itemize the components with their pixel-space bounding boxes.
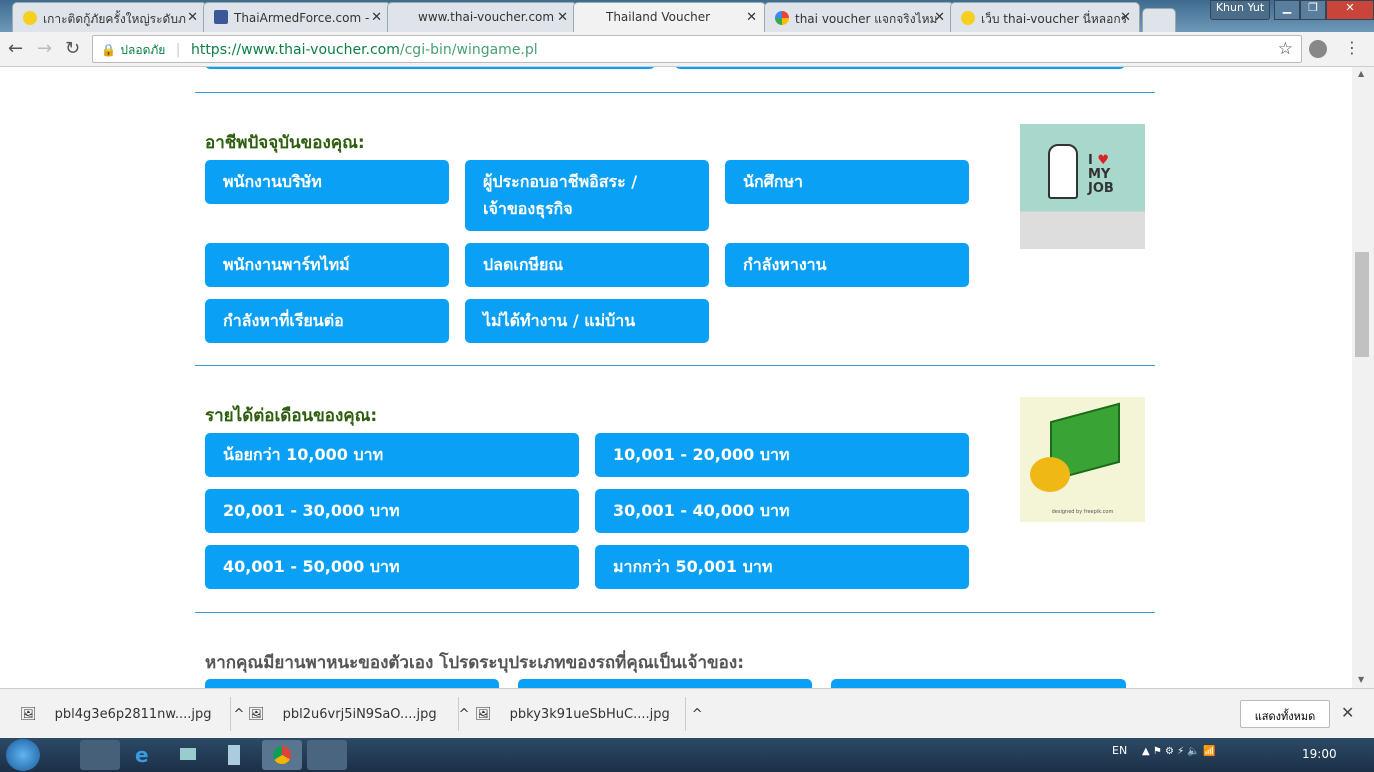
close-icon[interactable]: ✕ — [1341, 703, 1354, 722]
explorer-icon[interactable] — [80, 740, 120, 770]
tab-5[interactable]: เว็บ thai-voucher นี่หลอกร ✕ — [950, 2, 1140, 32]
chevron-up-icon[interactable]: ^ — [234, 707, 245, 722]
occupation-option[interactable]: พนักงานพาร์ทไทม์ — [205, 243, 449, 287]
chevron-up-icon[interactable]: ^ — [459, 707, 470, 722]
vehicle-option[interactable] — [831, 679, 1126, 688]
tab-strip: เกาะติดกู้ภัยครั้งใหญ่ระดับภ ✕ ThaiArmedF… — [0, 0, 1374, 33]
close-icon[interactable]: ✕ — [557, 10, 568, 25]
close-icon[interactable]: ✕ — [1120, 10, 1131, 25]
image-file-icon: 🖼 — [248, 707, 265, 722]
divider — [195, 92, 1155, 93]
smiley-icon — [23, 11, 37, 25]
vehicle-option[interactable] — [518, 679, 812, 688]
occupation-option[interactable]: ปลดเกษียณ — [465, 243, 709, 287]
vehicle-heading: หากคุณมียานพาหนะของตัวเอง โปรดระบุประเภท… — [205, 653, 744, 673]
option-button[interactable] — [205, 67, 655, 69]
download-item[interactable]: 🖼 pbky3k91ueSbHuC....jpg ^ — [475, 707, 703, 722]
reload-icon[interactable]: ↻ — [65, 38, 80, 59]
new-tab-button[interactable] — [1142, 8, 1176, 32]
close-icon[interactable]: ✕ — [187, 10, 198, 25]
tab-title: เว็บ thai-voucher นี่หลอกร — [981, 12, 1128, 26]
secure-label: ปลอดภัย — [120, 43, 166, 57]
tab-title: เกาะติดกู้ภัยครั้งใหญ่ระดับภ — [43, 12, 186, 26]
money-image: designed by freepik.com — [1020, 397, 1145, 522]
vehicle-option[interactable] — [205, 679, 499, 688]
occupation-option[interactable]: กำลังหางาน — [725, 243, 969, 287]
address-bar[interactable]: 🔒 ปลอดภัย | https://www.thai-voucher.com… — [92, 35, 1302, 63]
scroll-down-icon[interactable]: ▼ — [1358, 675, 1364, 684]
smiley-icon — [961, 11, 975, 25]
ie-icon[interactable]: e — [135, 743, 149, 767]
menu-icon[interactable]: ⋮ — [1344, 38, 1360, 57]
calculator-icon[interactable] — [228, 745, 240, 765]
show-all-button[interactable]: แสดงทั้งหมด — [1240, 700, 1330, 728]
download-name: pbky3k91ueSbHuC....jpg — [509, 707, 670, 722]
image-file-icon: 🖼 — [20, 707, 37, 722]
star-icon[interactable]: ☆ — [1278, 39, 1293, 59]
keyboard-icon[interactable] — [180, 748, 196, 760]
image-file-icon: 🖼 — [475, 707, 492, 722]
income-option[interactable]: 40,001 - 50,000 บาท — [205, 545, 579, 589]
clock[interactable]: 19:00 — [1302, 747, 1337, 761]
forward-icon[interactable]: → — [37, 38, 52, 59]
extension-icon[interactable] — [1309, 40, 1327, 58]
occupation-heading: อาชีพปัจจุบันของคุณ: — [205, 133, 365, 153]
occupation-option[interactable]: พนักงานบริษัท — [205, 160, 449, 204]
occupation-option[interactable]: ไม่ได้ทำงาน / แม่บ้าน — [465, 299, 709, 343]
tab-2[interactable]: www.thai-voucher.com ✕ — [387, 2, 577, 32]
income-option[interactable]: 30,001 - 40,000 บาท — [595, 489, 969, 533]
tab-0[interactable]: เกาะติดกู้ภัยครั้งใหญ่ระดับภ ✕ — [12, 2, 207, 32]
download-name: pbl4g3e6p2811nw....jpg — [54, 707, 212, 722]
tab-1[interactable]: ThaiArmedForce.com - ✕ — [203, 2, 391, 32]
income-option[interactable]: 10,001 - 20,000 บาท — [595, 433, 969, 477]
restore-button[interactable]: ❐ — [1300, 0, 1326, 20]
url-path: /cgi-bin/wingame.pl — [399, 42, 538, 58]
start-button[interactable] — [6, 739, 40, 771]
occupation-option[interactable]: นักศึกษา — [725, 160, 969, 204]
app-taskbar-button[interactable] — [307, 740, 347, 770]
minimize-button[interactable]: ▁ — [1274, 0, 1300, 20]
facebook-icon — [214, 10, 228, 24]
profile-button[interactable]: Khun Yut — [1210, 0, 1270, 20]
divider — [195, 365, 1155, 366]
income-option[interactable]: น้อยกว่า 10,000 บาท — [205, 433, 579, 477]
tab-title: www.thai-voucher.com — [418, 10, 555, 24]
close-icon[interactable]: ✕ — [746, 10, 757, 25]
chevron-up-icon[interactable]: ^ — [692, 707, 703, 722]
tray-icons[interactable]: ▲ ⚑ ⚙ ⚡ 🔈 📶 — [1142, 746, 1215, 757]
tab-title: thai voucher แจกจริงไหม — [795, 12, 938, 26]
income-option[interactable]: มากกว่า 50,001 บาท — [595, 545, 969, 589]
download-item[interactable]: 🖼 pbl4g3e6p2811nw....jpg ^ — [20, 707, 244, 722]
chrome-taskbar-button[interactable] — [262, 740, 302, 770]
download-item[interactable]: 🖼 pbl2u6vrj5iN9SaO....jpg ^ — [248, 707, 470, 722]
income-heading: รายได้ต่อเดือนของคุณ: — [205, 406, 378, 426]
toolbar: ← → ↻ 🔒 ปลอดภัย | https://www.thai-vouch… — [0, 32, 1374, 67]
option-button[interactable] — [675, 67, 1125, 69]
language-indicator[interactable]: EN — [1112, 744, 1127, 757]
back-icon[interactable]: ← — [8, 38, 23, 59]
url-host: https://www.thai-voucher.com — [190, 42, 400, 58]
income-option[interactable]: 20,001 - 30,000 บาท — [205, 489, 579, 533]
lock-icon: 🔒 — [101, 43, 116, 57]
scrollbar[interactable]: ▲ ▼ — [1352, 67, 1374, 688]
close-icon[interactable]: ✕ — [371, 10, 382, 25]
close-window-button[interactable]: ✕ — [1326, 0, 1374, 20]
taskbar: e EN ▲ ⚑ ⚙ ⚡ 🔈 📶 19:00 — [0, 738, 1374, 772]
tab-4[interactable]: thai voucher แจกจริงไหม ✕ — [764, 2, 954, 32]
tab-title: ThaiArmedForce.com - — [234, 11, 370, 25]
close-icon[interactable]: ✕ — [934, 10, 945, 25]
occupation-option[interactable]: ผู้ประกอบอาชีพอิสระ / เจ้าของธุรกิจ — [465, 160, 709, 231]
i-love-my-job-image: I ♥ MY JOB — [1020, 124, 1145, 249]
google-icon — [775, 11, 789, 25]
tab-title: Thailand Voucher — [606, 10, 711, 24]
scroll-up-icon[interactable]: ▲ — [1358, 69, 1364, 78]
occupation-option[interactable]: กำลังหาที่เรียนต่อ — [205, 299, 449, 343]
divider — [195, 612, 1155, 613]
tab-3[interactable]: Thailand Voucher ✕ — [573, 2, 766, 33]
downloads-bar: 🖼 pbl4g3e6p2811nw....jpg ^ 🖼 pbl2u6vrj5iN… — [0, 688, 1374, 738]
page-content: อาชีพปัจจุบันของคุณ: พนักงานบริษัท ผู้ปร… — [0, 67, 1352, 688]
download-name: pbl2u6vrj5iN9SaO....jpg — [282, 707, 437, 722]
scrollbar-thumb[interactable] — [1355, 252, 1369, 357]
